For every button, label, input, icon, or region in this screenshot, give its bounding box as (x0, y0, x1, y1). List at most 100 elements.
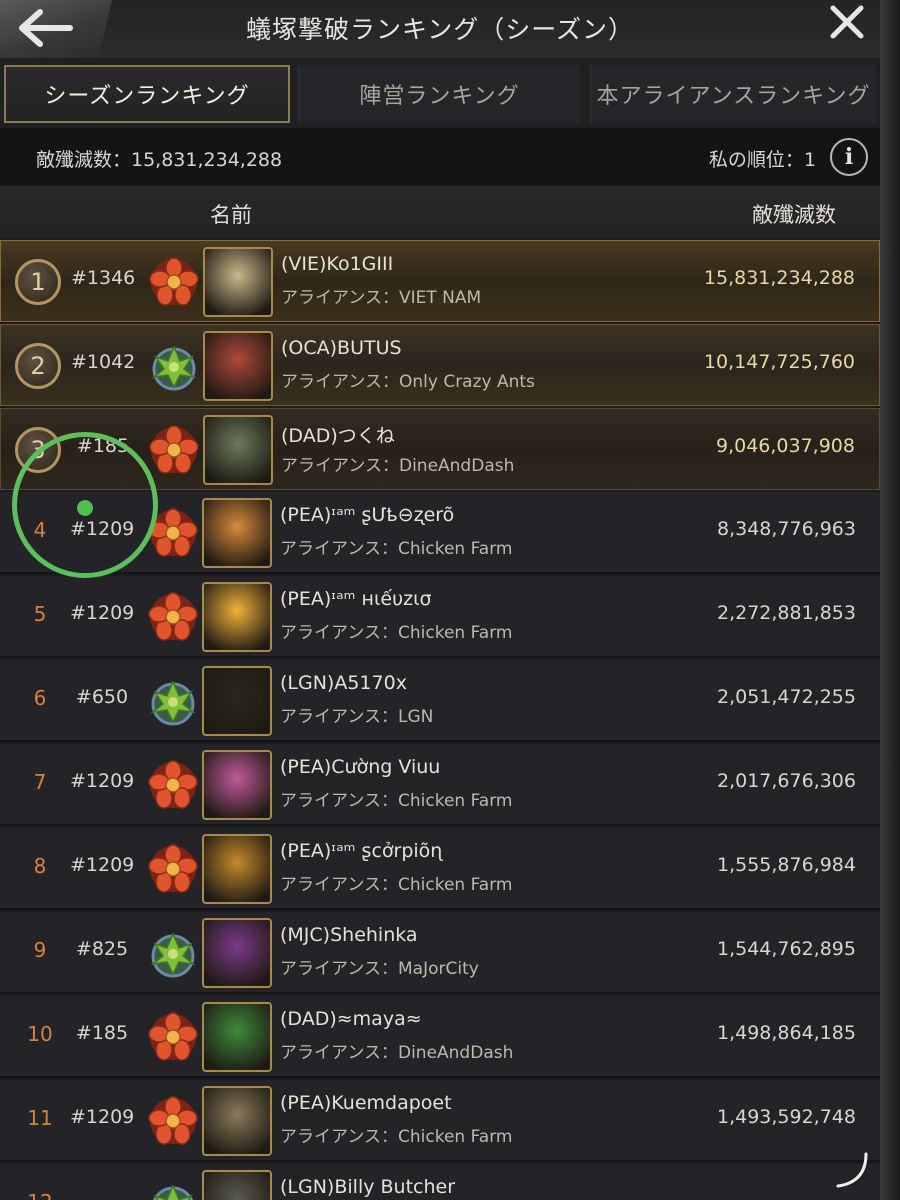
alliance-prefix: アライアンス： (280, 1043, 398, 1063)
close-button[interactable] (825, 0, 869, 44)
alliance-name: Chicken Farm (397, 623, 513, 643)
close-icon (830, 5, 864, 39)
server-id: #185 (76, 435, 130, 457)
server-id: #1209 (70, 770, 135, 792)
avatar[interactable] (202, 1086, 272, 1156)
alliance-label: アライアンス：Chicken Farm (280, 1122, 512, 1147)
alliance-name: Only Crazy Ants (398, 372, 535, 392)
kill-count: 2,017,676,306 (716, 770, 856, 792)
info-icon[interactable]: i (830, 138, 868, 176)
avatar[interactable] (202, 918, 272, 988)
alliance-name: Chicken Farm (397, 539, 513, 559)
server-id: #1209 (70, 854, 135, 876)
server-id: #1042 (71, 351, 136, 373)
alliance-label: アライアンス：Chicken Farm (280, 786, 512, 811)
red-flower-emblem-icon (147, 255, 201, 309)
red-flower-emblem-icon (146, 758, 200, 812)
rank-number: 10 (27, 1022, 53, 1046)
player-name: (OCA)BUTUS (281, 337, 402, 359)
rank-number: 8 (33, 854, 47, 878)
avatar[interactable] (203, 415, 273, 485)
stats-bar: 敵殲滅数：15,831,234,288 私の順位：1 i (0, 128, 880, 186)
rank-number: 7 (33, 770, 47, 794)
alliance-label: アライアンス：Chicken Farm (280, 618, 512, 643)
player-name: (PEA)Kuemdapoet (280, 1092, 452, 1114)
rank-number: 9 (33, 938, 47, 962)
back-button[interactable] (0, 0, 112, 58)
green-leaf-emblem-icon (146, 674, 200, 728)
kill-count: 2,051,472,255 (716, 686, 856, 708)
ranking-row[interactable]: 1 #1346 (VIE)Ko1GIII アライアンス：VIET NAM 15,831,… (0, 240, 880, 322)
ranking-row[interactable]: 3 #185 (DAD)つくね アライアンス：DineAndDash 9,046,037… (0, 408, 880, 490)
player-name: (DAD)≈maya≈ (280, 1008, 422, 1030)
alliance-name: VIET NAM (398, 288, 482, 308)
kill-count: 1,498,864,185 (716, 1022, 856, 1044)
tab-faction-ranking[interactable]: 陣営ランキング (298, 65, 580, 123)
alliance-label: アライアンス：MaJorCity (280, 954, 479, 979)
kill-count: 15,831,234,288 (703, 267, 855, 289)
red-flower-emblem-icon (146, 1094, 200, 1148)
ranking-row[interactable]: 2 #1042 (OCA)BUTUS アライアンス：Only Crazy Ants 10… (0, 324, 880, 406)
avatar[interactable] (202, 1002, 272, 1072)
page-title: 蟻塚撃破ランキング（シーズン） (245, 15, 634, 44)
avatar[interactable] (202, 498, 272, 568)
player-name: (VIE)Ko1GIII (281, 253, 394, 275)
alliance-prefix: アライアンス： (280, 791, 398, 811)
avatar[interactable] (202, 666, 272, 736)
ranking-row[interactable]: 10 #185 (DAD)≈maya≈ アライアンス：DineAndDash 1,498… (0, 996, 880, 1078)
alliance-prefix: アライアンス： (280, 875, 398, 895)
avatar[interactable] (202, 582, 272, 652)
alliance-prefix: アライアンス： (280, 707, 398, 727)
player-name: (MJC)Shehinka (280, 924, 418, 946)
green-leaf-emblem-icon (147, 339, 201, 393)
server-id: #825 (75, 938, 129, 960)
ranking-row[interactable]: 6 #650 (LGN)A5170x アライアンス：LGN 2,051,472,255 (0, 660, 880, 742)
column-kills-label: 敵殲滅数 (752, 203, 836, 227)
kill-count: 8,348,776,963 (716, 518, 856, 540)
red-flower-emblem-icon (146, 842, 200, 896)
red-flower-emblem-icon (146, 506, 200, 560)
column-name-label: 名前 (210, 203, 252, 227)
server-id: #1209 (70, 1106, 135, 1128)
alliance-name: Chicken Farm (397, 791, 513, 811)
green-leaf-emblem-icon (146, 926, 200, 980)
rank-medal: 1 (15, 259, 61, 305)
ranking-row[interactable]: 8 #1209 (PEA)ᶦᵃᵐ ʂcởrpiõɳ アライアンス：Chicken Fa… (0, 828, 880, 910)
tab-season-ranking[interactable]: シーズンランキング (4, 65, 290, 123)
avatar[interactable] (203, 331, 273, 401)
server-id: #1209 (70, 602, 135, 624)
rank-number: 5 (33, 602, 47, 626)
kill-count: 1,493,592,748 (716, 1106, 856, 1128)
alliance-name: Chicken Farm (397, 1127, 513, 1147)
kill-count: 1,555,876,984 (716, 854, 856, 876)
rank-medal: 3 (15, 427, 61, 473)
avatar[interactable] (202, 750, 272, 820)
tab-alliance-ranking[interactable]: 本アライアンスランキング (590, 65, 876, 123)
red-flower-emblem-icon (147, 423, 201, 477)
player-name: (LGN)A5170x (280, 672, 407, 694)
ranking-row[interactable]: 7 #1209 (PEA)Cường Viuu アライアンス：Chicken Farm… (0, 744, 880, 826)
ranking-row[interactable]: 5 #1209 (PEA)ᶦᵃᵐ нιếυzισ アライアンス：Chicken Far… (0, 576, 880, 658)
server-id: #185 (75, 1022, 129, 1044)
green-leaf-emblem-icon (146, 1178, 200, 1200)
alliance-prefix: アライアンス： (280, 1127, 398, 1147)
ranking-row[interactable]: 12 (LGN)Billy Butcher (0, 1164, 880, 1200)
kill-count: 2,272,881,853 (716, 602, 856, 624)
avatar[interactable] (202, 834, 272, 904)
ranking-row[interactable]: 9 #825 (MJC)Shehinka アライアンス：MaJorCity 1,544,… (0, 912, 880, 994)
touch-indicator-dot (77, 500, 93, 516)
alliance-name: Chicken Farm (397, 875, 513, 895)
avatar[interactable] (202, 1170, 272, 1200)
player-name: (DAD)つくね (281, 425, 395, 447)
arrow-left-icon (19, 9, 73, 47)
ranking-row[interactable]: 11 #1209 (PEA)Kuemdapoet アライアンス：Chicken Far… (0, 1080, 880, 1162)
rank-medal: 2 (15, 343, 61, 389)
player-name: (PEA)ᶦᵃᵐ ʂcởrpiõɳ (280, 840, 443, 862)
alliance-label: アライアンス：DineAndDash (280, 1038, 513, 1063)
alliance-prefix: アライアンス： (280, 623, 398, 643)
avatar[interactable] (203, 247, 273, 317)
ranking-row[interactable]: 4 #1209 (PEA)ᶦᵃᵐ ʂՄҍ⊖ʐerõ アライアンス：Chicken Fa… (0, 492, 880, 574)
alliance-prefix: アライアンス： (281, 372, 399, 392)
player-name: (PEA)ᶦᵃᵐ нιếυzισ (280, 588, 432, 610)
kill-count: 1,544,762,895 (716, 938, 856, 960)
